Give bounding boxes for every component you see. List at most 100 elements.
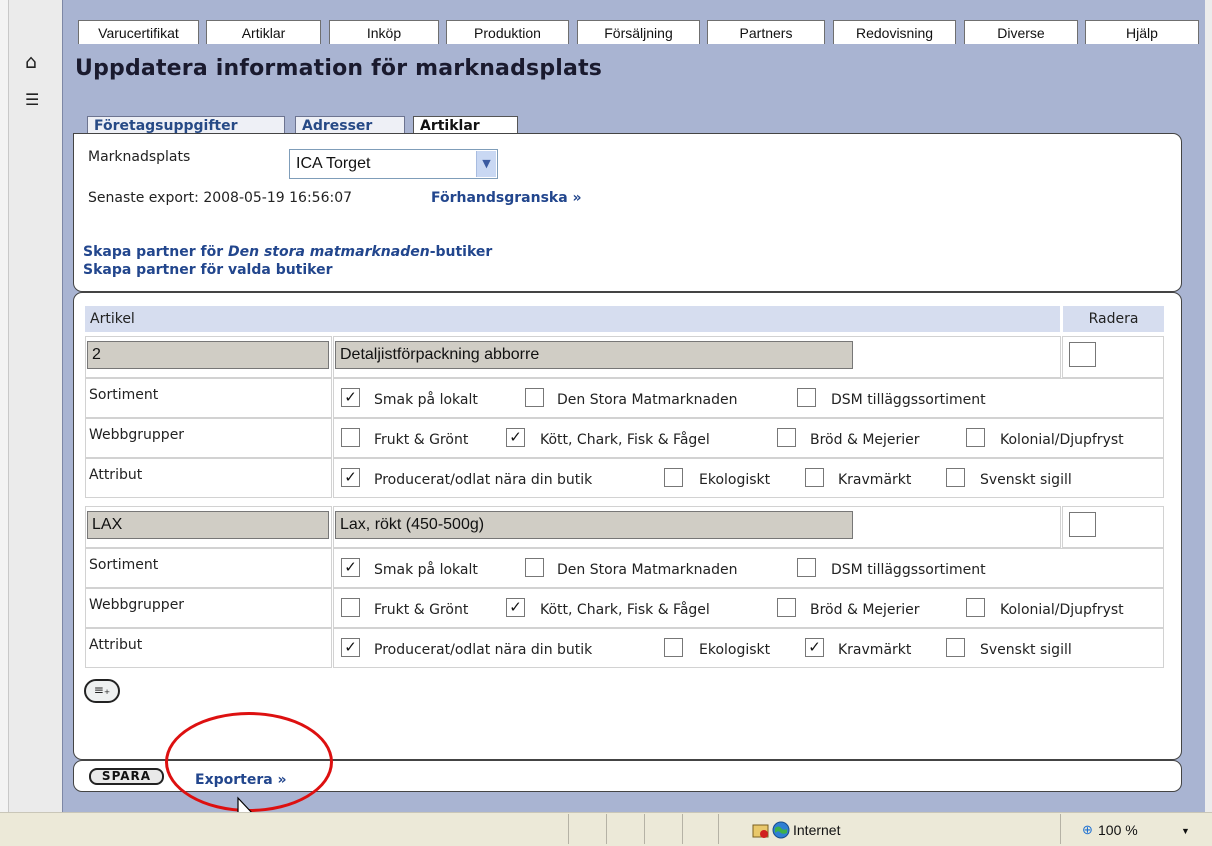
row-label-webb: Webbgrupper <box>89 427 185 443</box>
marketplace-select[interactable]: ICA Torget ▼ <box>289 149 498 179</box>
save-button[interactable]: SPARA <box>89 768 164 785</box>
tab-label: Adresser <box>302 118 373 134</box>
option-checkbox[interactable]: ✓ <box>506 598 525 617</box>
option-checkbox[interactable]: ✓ <box>341 558 360 577</box>
menu-item-inkop[interactable]: Inköp <box>329 20 439 44</box>
menu-item-diverse[interactable]: Diverse <box>964 20 1078 44</box>
option-label: Frukt & Grönt <box>374 602 469 618</box>
status-divider <box>644 814 645 844</box>
store-name: Den stora matmarknaden <box>227 244 430 260</box>
security-lock-icon <box>752 824 769 838</box>
zoom-level[interactable]: 100 % <box>1098 822 1138 838</box>
status-divider <box>568 814 569 844</box>
menu-item-redovisning[interactable]: Redovisning <box>833 20 956 44</box>
option-checkbox[interactable] <box>797 558 816 577</box>
column-header-article: Artikel <box>85 306 1060 332</box>
option-checkbox[interactable] <box>777 428 796 447</box>
security-zone-label: Internet <box>793 822 841 838</box>
tab-label: Företagsuppgifter <box>94 118 238 134</box>
option-checkbox[interactable]: ✓ <box>506 428 525 447</box>
add-row-icon: ≡₊ <box>93 683 111 697</box>
tab-label: Artiklar <box>420 118 480 134</box>
option-label: Smak på lokalt <box>374 392 478 408</box>
option-label: Svenskt sigill <box>980 642 1072 658</box>
menu-item-varucertifikat[interactable]: Varucertifikat <box>78 20 199 44</box>
option-checkbox[interactable]: ✓ <box>341 468 360 487</box>
option-checkbox[interactable] <box>777 598 796 617</box>
option-checkbox[interactable] <box>341 598 360 617</box>
option-label: DSM tilläggssortiment <box>831 562 986 578</box>
row-label-webb: Webbgrupper <box>89 597 185 613</box>
option-label: Producerat/odlat nära din butik <box>374 642 593 658</box>
option-checkbox[interactable] <box>797 388 816 407</box>
option-checkbox[interactable] <box>966 428 985 447</box>
option-checkbox[interactable]: ✓ <box>805 638 824 657</box>
link-prefix: Skapa partner för <box>83 244 228 260</box>
list-icon[interactable]: ☰ <box>25 90 45 110</box>
preview-link[interactable]: Förhandsgranska » <box>431 190 582 206</box>
add-row-button[interactable]: ≡₊ <box>84 679 120 703</box>
menu-item-forsaljning[interactable]: Försäljning <box>577 20 700 44</box>
page-title: Uppdatera information för marknadsplats <box>75 56 603 81</box>
chevron-down-icon[interactable]: ▼ <box>476 151 496 177</box>
status-divider <box>718 814 719 844</box>
option-checkbox[interactable] <box>341 428 360 447</box>
article-code-field: 2 <box>87 341 329 369</box>
option-checkbox[interactable] <box>525 388 544 407</box>
option-label: Smak på lokalt <box>374 562 478 578</box>
create-partner-store-link[interactable]: Skapa partner för Den stora matmarknaden… <box>83 244 492 260</box>
option-checkbox[interactable] <box>946 468 965 487</box>
option-label: DSM tilläggssortiment <box>831 392 986 408</box>
row-label-attribut: Attribut <box>89 637 143 653</box>
row-label-sortiment: Sortiment <box>89 387 159 403</box>
status-divider <box>682 814 683 844</box>
zoom-icon[interactable]: ⊕ <box>1082 822 1093 838</box>
left-sidebar: ⌂ ☰ <box>8 0 63 812</box>
zoom-dropdown-icon[interactable]: ▼ <box>1181 826 1190 836</box>
option-label: Kravmärkt <box>838 642 912 658</box>
row-label-sortiment: Sortiment <box>89 557 159 573</box>
status-divider <box>606 814 607 844</box>
delete-checkbox[interactable] <box>1069 512 1096 537</box>
status-divider <box>1060 814 1061 844</box>
create-partner-selected-link[interactable]: Skapa partner för valda butiker <box>83 262 333 278</box>
window-right-edge <box>1205 0 1212 812</box>
option-label: Frukt & Grönt <box>374 432 469 448</box>
option-checkbox[interactable]: ✓ <box>341 388 360 407</box>
option-label: Kött, Chark, Fisk & Fågel <box>540 432 710 448</box>
column-header-delete: Radera <box>1063 306 1164 332</box>
option-label: Ekologiskt <box>699 472 771 488</box>
option-checkbox[interactable] <box>805 468 824 487</box>
last-export-text: Senaste export: 2008-05-19 16:56:07 <box>88 190 353 206</box>
menu-item-produktion[interactable]: Produktion <box>446 20 569 44</box>
option-label: Kolonial/Djupfryst <box>1000 432 1124 448</box>
frame-divider <box>62 0 63 812</box>
option-label: Den Stora Matmarknaden <box>557 392 738 408</box>
home-icon[interactable]: ⌂ <box>25 52 45 72</box>
option-label: Den Stora Matmarknaden <box>557 562 738 578</box>
option-label: Kött, Chark, Fisk & Fågel <box>540 602 710 618</box>
article-code-field: LAX <box>87 511 329 539</box>
option-checkbox[interactable]: ✓ <box>341 638 360 657</box>
option-label: Producerat/odlat nära din butik <box>374 472 593 488</box>
option-checkbox[interactable] <box>525 558 544 577</box>
marketplace-select-value: ICA Torget <box>296 155 371 172</box>
option-label: Svenskt sigill <box>980 472 1072 488</box>
option-label: Kravmärkt <box>838 472 912 488</box>
article-name-field: Detaljistförpackning abborre <box>335 341 853 369</box>
option-checkbox[interactable] <box>664 638 683 657</box>
menu-item-artiklar[interactable]: Artiklar <box>206 20 321 44</box>
menu-item-partners[interactable]: Partners <box>707 20 825 44</box>
option-label: Kolonial/Djupfryst <box>1000 602 1124 618</box>
option-checkbox[interactable] <box>946 638 965 657</box>
marketplace-label: Marknadsplats <box>88 149 191 165</box>
option-label: Bröd & Mejerier <box>810 432 920 448</box>
option-checkbox[interactable] <box>966 598 985 617</box>
globe-icon <box>772 821 790 839</box>
menu-item-hjalp[interactable]: Hjälp <box>1085 20 1199 44</box>
delete-checkbox[interactable] <box>1069 342 1096 367</box>
option-label: Ekologiskt <box>699 642 771 658</box>
article-name-field: Lax, rökt (450-500g) <box>335 511 853 539</box>
option-label: Bröd & Mejerier <box>810 602 920 618</box>
option-checkbox[interactable] <box>664 468 683 487</box>
